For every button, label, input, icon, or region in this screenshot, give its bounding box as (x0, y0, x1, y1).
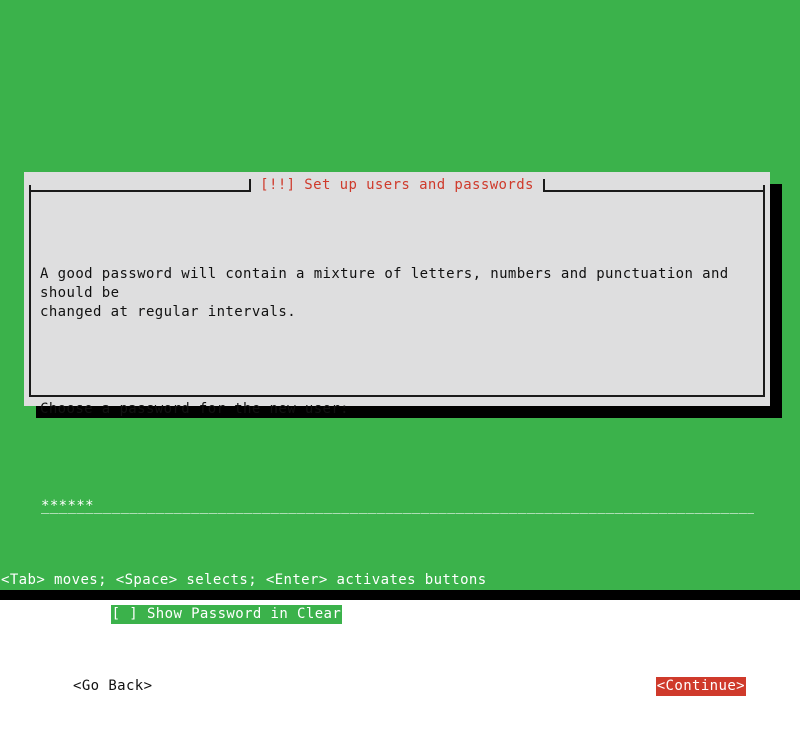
go-back-button[interactable]: <Go Back> (73, 677, 152, 696)
dialog-titlebar: [!!] Set up users and passwords (24, 172, 770, 198)
password-input[interactable]: ________________________________________… (40, 498, 754, 515)
password-prompt-label: Choose a password for the new user: (40, 401, 350, 417)
dialog-title: [!!] Set up users and passwords (260, 177, 534, 193)
password-field-fill: ________________________________________… (41, 498, 754, 514)
dialog-body: A good password will contain a mixture o… (40, 206, 754, 753)
title-rule-left (29, 178, 252, 192)
password-masked-value: ****** (41, 498, 94, 514)
setup-users-passwords-dialog: [!!] Set up users and passwords A good p… (24, 172, 770, 696)
title-rule-right (542, 178, 766, 192)
password-advice-text: A good password will contain a mixture o… (40, 266, 729, 320)
keyboard-help-bar: <Tab> moves; <Space> selects; <Enter> ac… (0, 570, 800, 590)
dialog-button-row: <Go Back> <Continue> (40, 677, 754, 696)
installer-screen: [!!] Set up users and passwords A good p… (0, 0, 800, 696)
screen-bottom-strip (0, 590, 800, 600)
show-password-in-clear-checkbox[interactable]: [ ] Show Password in Clear (110, 605, 343, 624)
continue-button[interactable]: <Continue> (655, 677, 746, 696)
